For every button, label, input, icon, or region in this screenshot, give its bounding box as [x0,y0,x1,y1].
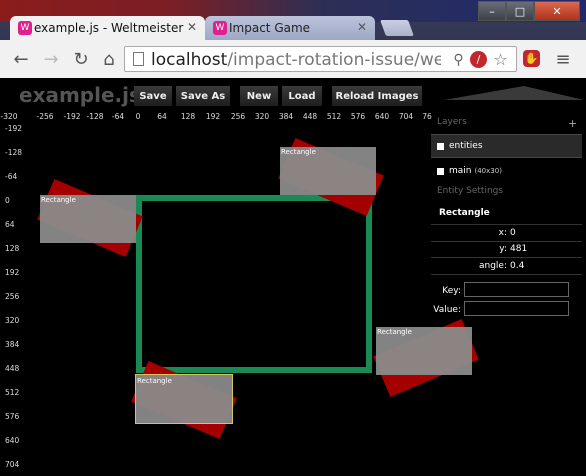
new-tab-button[interactable] [380,20,414,36]
entity-label: Rectangle [377,328,412,336]
extension-icon[interactable]: / [470,51,487,68]
entity-name: Rectangle [439,208,490,218]
x-tick: 576 [350,112,366,121]
url-text: localhost/impact-rotation-issue/weltmeis… [151,50,441,70]
browser-toolbar: ← → ↻ ⌂ localhost/impact-rotation-issue/… [0,40,586,79]
back-icon[interactable]: ← [10,48,32,70]
layer-item-entities[interactable]: entities [431,134,582,158]
layer-name: main [449,166,472,176]
layers-heading: Layers [437,117,467,127]
y-tick: 384 [5,340,20,349]
layer-size: (40x30) [474,167,502,175]
key-input[interactable] [464,282,569,297]
property-value[interactable]: 0 [510,228,516,238]
window-controls: – □ ✕ [478,1,580,21]
y-tick: 192 [5,268,20,277]
x-tick: -128 [86,112,104,121]
adblock-icon[interactable]: ✋ [523,50,540,67]
visibility-toggle-icon[interactable] [437,142,444,150]
sidebar: Layers + entities main (40x30) Entity Se… [431,110,584,476]
menu-icon[interactable]: ≡ [552,48,574,70]
y-tick: 704 [5,460,20,469]
close-window-button[interactable]: ✕ [534,1,580,21]
tab-title: example.js - Weltmeister [34,21,184,35]
property-key: angle: [478,261,507,271]
save-as-button[interactable]: Save As [176,86,230,106]
x-tick: 0 [135,112,141,121]
tab-title: Impact Game [229,21,311,35]
y-tick: 64 [5,220,15,229]
entity-label: Rectangle [41,196,76,204]
new-button[interactable]: New [240,86,278,106]
value-input[interactable] [464,301,569,316]
x-tick: -64 [111,112,125,121]
x-tick: 704 [398,112,414,121]
y-tick: 576 [5,412,20,421]
search-icon[interactable]: ⚲ [450,51,467,68]
map-border [136,195,372,373]
impact-favicon-icon: W [213,21,227,35]
x-tick: -256 [36,112,54,121]
close-tab-icon[interactable]: ✕ [357,20,367,34]
forward-icon[interactable]: → [40,48,62,70]
divider [431,224,582,225]
property-value[interactable]: 481 [510,244,527,254]
close-tab-icon[interactable]: ✕ [187,20,197,34]
y-tick: 448 [5,364,20,373]
weltmeister-favicon-icon: W [18,21,32,35]
divider [431,241,582,242]
reload-images-button[interactable]: Reload Images [332,86,422,106]
property-key: x: [498,228,507,238]
entity-label: Rectangle [281,148,316,156]
y-tick: 640 [5,436,20,445]
save-button[interactable]: Save [134,86,172,106]
y-tick: 320 [5,316,20,325]
reload-icon[interactable]: ↻ [70,48,92,70]
maximize-button[interactable]: □ [506,1,534,21]
page-icon [133,52,144,66]
property-value[interactable]: 0.4 [510,261,524,271]
x-tick: 384 [278,112,294,121]
x-tick: 64 [157,112,167,121]
home-icon[interactable]: ⌂ [98,48,120,70]
x-tick: -192 [63,112,81,121]
x-tick: 192 [205,112,221,121]
address-bar[interactable]: localhost/impact-rotation-issue/weltmeis… [124,46,517,72]
entity-settings-heading: Entity Settings [437,186,504,196]
x-tick: 320 [254,112,270,121]
star-icon[interactable]: ☆ [492,50,509,69]
y-tick: -192 [5,124,23,133]
entity-label: Rectangle [137,377,172,385]
layer-item-main[interactable]: main (40x30) [431,160,582,182]
decorative-stripe [444,86,584,100]
x-tick: 512 [326,112,342,121]
tab-weltmeister[interactable]: W example.js - Weltmeister ✕ [10,16,205,40]
value-label: Value: [433,305,461,315]
y-tick: -64 [5,172,18,181]
add-layer-button[interactable]: + [568,117,577,130]
load-button[interactable]: Load [282,86,322,106]
x-tick: 448 [302,112,318,121]
x-tick: 640 [374,112,390,121]
divider [431,274,582,275]
y-tick: -128 [5,148,23,157]
minimize-button[interactable]: – [478,1,506,21]
x-tick: 256 [230,112,246,121]
layer-name: entities [449,141,483,151]
editor-title: example.js [19,83,141,107]
y-tick: 512 [5,388,20,397]
x-tick: 128 [180,112,196,121]
y-tick: 256 [5,292,20,301]
tab-impact-game[interactable]: W Impact Game ✕ [205,16,375,40]
property-key: y: [499,244,507,254]
visibility-toggle-icon[interactable] [437,167,444,175]
key-label: Key: [442,286,461,296]
y-tick: 128 [5,244,20,253]
y-tick: 0 [5,196,10,205]
x-tick: -320 [0,112,18,121]
divider [431,257,582,258]
